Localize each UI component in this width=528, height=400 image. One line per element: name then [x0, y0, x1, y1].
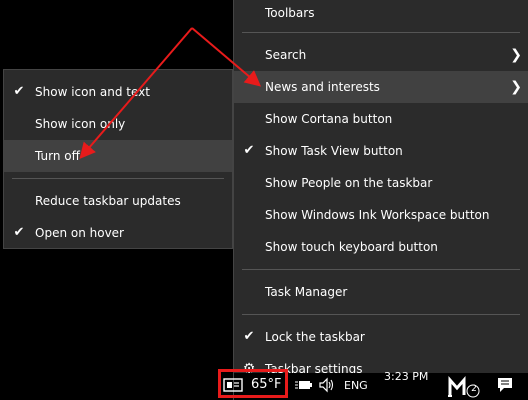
menu-item-lock-taskbar[interactable]: ✔ Lock the taskbar [234, 321, 528, 353]
menu-item-label: Show touch keyboard button [265, 240, 438, 254]
tray-volume-icon[interactable] [318, 377, 336, 396]
speaker-icon [319, 377, 334, 393]
taskbar-context-menu: Toolbars Search ❯ News and interests ❯ S… [233, 0, 528, 377]
tray-battery-icon[interactable] [294, 378, 312, 395]
menu-item-label: Show icon only [35, 117, 126, 131]
menu-item-search[interactable]: Search ❯ [234, 39, 528, 71]
menu-item-show-people[interactable]: Show People on the taskbar [234, 167, 528, 199]
submenu-item-show-icon-only[interactable]: Show icon only [4, 108, 232, 140]
battery-icon [295, 381, 312, 389]
notification-count-badge: 2 [471, 384, 477, 394]
menu-separator [242, 314, 520, 315]
menu-item-label: Show People on the taskbar [265, 176, 433, 190]
desktop-screen: Toolbars Search ❯ News and interests ❯ S… [0, 0, 528, 400]
language-indicator[interactable]: ENG [344, 379, 368, 392]
clock-time[interactable]: 3:23 PM [384, 370, 428, 383]
menu-item-task-manager[interactable]: Task Manager [234, 276, 528, 308]
menu-item-show-touch-keyboard[interactable]: Show touch keyboard button [234, 231, 528, 263]
menu-item-label: Search [265, 48, 307, 62]
menu-item-label: Open on hover [35, 226, 124, 240]
menu-item-label: Show Windows Ink Workspace button [265, 208, 490, 222]
news-and-interests-submenu: ✔ Show icon and text Show icon only Turn… [3, 69, 233, 249]
menu-item-toolbars[interactable]: Toolbars [234, 0, 528, 26]
menu-item-show-windows-ink[interactable]: Show Windows Ink Workspace button [234, 199, 528, 231]
notification-icon [498, 378, 512, 392]
menu-item-label: News and interests [265, 80, 380, 94]
action-center-button[interactable] [496, 376, 514, 397]
menu-item-label: Show Cortana button [265, 112, 393, 126]
checkmark-icon: ✔ [13, 225, 25, 240]
menu-item-label: Lock the taskbar [265, 330, 365, 344]
menu-separator [12, 178, 224, 179]
menu-item-label: Toolbars [265, 6, 315, 20]
annotation-highlight-box [218, 369, 288, 398]
checkmark-icon: ✔ [13, 84, 25, 99]
chevron-right-icon: ❯ [510, 47, 522, 63]
menu-item-label: Show Task View button [265, 144, 403, 158]
submenu-item-reduce-taskbar-updates[interactable]: Reduce taskbar updates [4, 185, 232, 217]
menu-item-label: Task Manager [265, 285, 348, 299]
submenu-item-turn-off[interactable]: Turn off [4, 140, 232, 172]
menu-item-label: Turn off [35, 149, 80, 163]
checkmark-icon: ✔ [243, 329, 255, 344]
menu-separator [242, 32, 520, 33]
chevron-right-icon: ❯ [510, 79, 522, 95]
menu-item-show-cortana-button[interactable]: Show Cortana button [234, 103, 528, 135]
menu-item-show-task-view-button[interactable]: ✔ Show Task View button [234, 135, 528, 167]
checkmark-icon: ✔ [243, 143, 255, 158]
menu-item-label: Show icon and text [35, 85, 150, 99]
menu-separator [242, 269, 520, 270]
menu-item-label: Reduce taskbar updates [35, 194, 181, 208]
menu-item-news-and-interests[interactable]: News and interests ❯ [234, 71, 528, 103]
submenu-item-show-icon-and-text[interactable]: ✔ Show icon and text [4, 76, 232, 108]
submenu-item-open-on-hover[interactable]: ✔ Open on hover [4, 217, 232, 249]
